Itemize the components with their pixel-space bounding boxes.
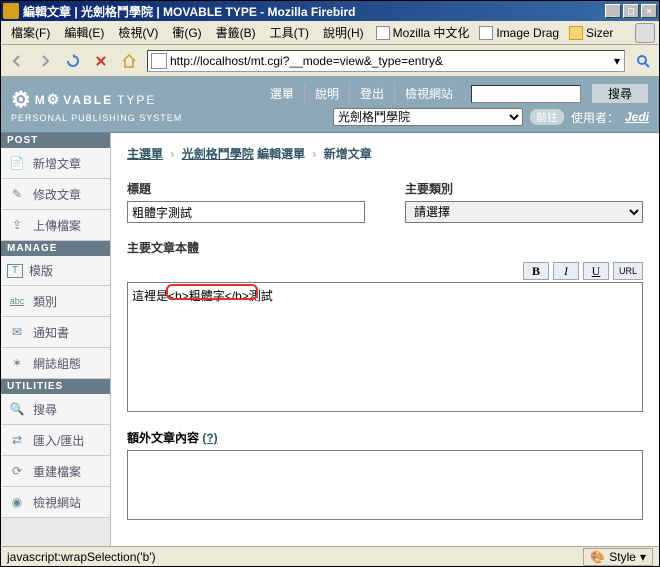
title-input[interactable]	[127, 201, 365, 223]
reload-button[interactable]	[61, 49, 85, 73]
sidebar-header-utilities: UTILITIES	[1, 379, 110, 394]
mail-icon: ✉	[7, 323, 27, 341]
bookmark-sizer[interactable]: Sizer	[565, 24, 617, 42]
back-button[interactable]	[5, 49, 29, 73]
menu-edit[interactable]: 編輯(E)	[58, 22, 110, 43]
minimize-button[interactable]: _	[605, 4, 621, 18]
breadcrumb-main[interactable]: 主選單	[127, 147, 163, 161]
sidebar-item-edit-entry[interactable]: ✎修改文章	[1, 179, 110, 210]
config-icon: ✶	[7, 354, 27, 372]
blog-select[interactable]: 光劍格鬥學院	[333, 108, 523, 126]
sidebar-item-rebuild[interactable]: ⟳重建檔案	[1, 456, 110, 487]
viewsite-icon: ◉	[7, 493, 27, 511]
sidebar-item-categories[interactable]: abc類別	[1, 286, 110, 317]
menu-tools[interactable]: 工具(T)	[264, 22, 315, 43]
style-switcher[interactable]: 🎨Style ▾	[583, 548, 653, 566]
search-icon: 🔍	[7, 400, 27, 418]
category-label: 主要類別	[405, 180, 643, 197]
palette-icon: 🎨	[590, 550, 605, 564]
user-link[interactable]: Jedi	[625, 110, 649, 124]
url-bar[interactable]: ▾	[147, 50, 625, 72]
menu-go[interactable]: 衝(G)	[166, 22, 207, 43]
rebuild-icon: ⟳	[7, 462, 27, 480]
sidebar-item-viewsite[interactable]: ◉檢視網站	[1, 487, 110, 518]
menu-help[interactable]: 說明(H)	[317, 22, 370, 43]
search-button[interactable]	[631, 49, 655, 73]
breadcrumb-current: 新增文章	[324, 147, 372, 161]
app-icon	[3, 3, 19, 19]
sidebar-item-config[interactable]: ✶網誌組態	[1, 348, 110, 379]
format-url-button[interactable]: URL	[613, 262, 643, 280]
upload-icon: ⇪	[7, 216, 27, 234]
new-entry-icon: 📄	[7, 154, 27, 172]
category-select[interactable]: 請選擇	[405, 201, 643, 223]
url-dropdown[interactable]: ▾	[610, 54, 624, 68]
sidebar-header-post: POST	[1, 133, 110, 148]
bookmark-mozilla[interactable]: Mozilla 中文化	[372, 22, 474, 43]
window-title: 編輯文章 | 光劍格鬥學院 | MOVABLE TYPE - Mozilla F…	[23, 3, 605, 20]
menu-bookmarks[interactable]: 書籤(B)	[210, 22, 262, 43]
status-text: javascript:wrapSelection('b')	[7, 550, 156, 564]
bookmark-imagedrag[interactable]: Image Drag	[475, 24, 563, 42]
home-button[interactable]	[117, 49, 141, 73]
nav-help[interactable]: 說明	[304, 83, 349, 104]
nav-menu[interactable]: 選單	[260, 83, 304, 104]
go-button[interactable]: 前往	[529, 108, 565, 126]
menu-view[interactable]: 檢視(V)	[112, 22, 164, 43]
maximize-button[interactable]: □	[623, 4, 639, 18]
sidebar-item-notifications[interactable]: ✉通知書	[1, 317, 110, 348]
nav-logout[interactable]: 登出	[349, 83, 394, 104]
edit-entry-icon: ✎	[7, 185, 27, 203]
site-search-input[interactable]	[471, 85, 581, 103]
menu-file[interactable]: 檔案(F)	[5, 22, 56, 43]
folder-icon	[569, 26, 583, 40]
category-icon: abc	[7, 292, 27, 310]
breadcrumb-blog[interactable]: 光劍格鬥學院	[182, 147, 254, 161]
mt-logo: ⚙M⚙VABLETYPE PERSONAL PUBLISHING SYSTEM	[11, 87, 182, 123]
sidebar-item-upload[interactable]: ⇪上傳檔案	[1, 210, 110, 241]
format-bold-button[interactable]: B	[523, 262, 549, 280]
extended-textarea[interactable]	[127, 450, 643, 520]
throbber-icon	[635, 23, 655, 43]
title-label: 標題	[127, 180, 365, 197]
format-italic-button[interactable]: I	[553, 262, 579, 280]
body-textarea[interactable]: 這裡是<b>粗體字</b>測試	[127, 282, 643, 412]
extended-label: 額外文章內容	[127, 431, 199, 445]
user-label: 使用者：	[571, 109, 619, 126]
close-button[interactable]: ×	[641, 4, 657, 18]
breadcrumb: 主選單 › 光劍格鬥學院 編輯選單 › 新增文章	[127, 145, 643, 162]
breadcrumb-edit: 編輯選單	[257, 147, 305, 161]
format-underline-button[interactable]: U	[583, 262, 609, 280]
site-search-button[interactable]: 搜尋	[591, 83, 649, 104]
import-export-icon: ⇄	[7, 431, 27, 449]
url-input[interactable]	[170, 54, 610, 68]
sidebar-header-manage: MANAGE	[1, 241, 110, 256]
extended-help-link[interactable]: (?)	[202, 431, 217, 445]
page-icon	[151, 53, 167, 69]
nav-viewsite[interactable]: 檢視網站	[394, 83, 463, 104]
sidebar-item-new-entry[interactable]: 📄新增文章	[1, 148, 110, 179]
sidebar-item-templates[interactable]: T模版	[1, 256, 110, 286]
body-label: 主要文章本體	[127, 239, 643, 256]
sidebar-item-import-export[interactable]: ⇄匯入/匯出	[1, 425, 110, 456]
template-icon: T	[7, 264, 23, 278]
stop-button[interactable]	[89, 49, 113, 73]
sidebar-item-search[interactable]: 🔍搜尋	[1, 394, 110, 425]
page-icon	[376, 26, 390, 40]
forward-button[interactable]	[33, 49, 57, 73]
page-icon	[479, 26, 493, 40]
